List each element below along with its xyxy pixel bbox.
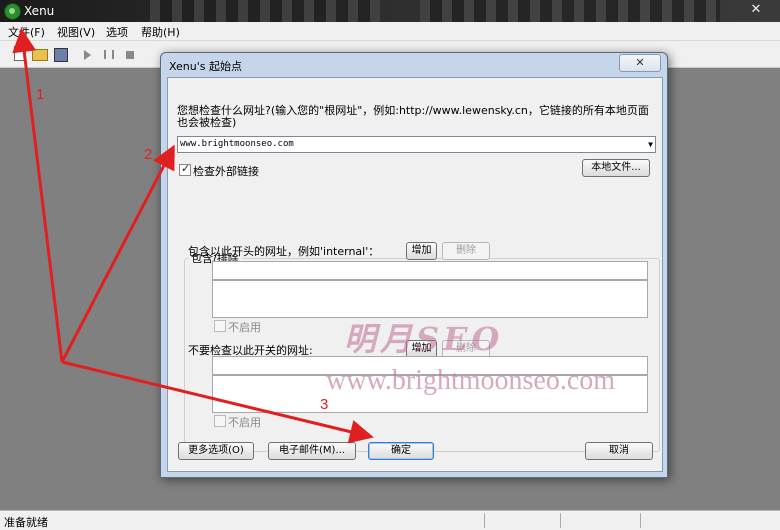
window-close-icon[interactable]: ✕ bbox=[740, 2, 772, 18]
annotation-label-3: 3 bbox=[320, 396, 329, 413]
include-add-button[interactable]: 增加 bbox=[406, 242, 437, 260]
status-bar: 准备就绪 bbox=[0, 510, 780, 530]
more-options-button[interactable]: 更多选项(O) bbox=[178, 442, 254, 460]
include-input[interactable] bbox=[212, 261, 648, 280]
dialog-close-button[interactable]: ✕ bbox=[619, 54, 661, 72]
include-disable-checkbox[interactable] bbox=[214, 320, 226, 332]
include-label: 包含以此开头的网址，例如'internal'： bbox=[188, 245, 380, 258]
chevron-down-icon[interactable]: ▼ bbox=[648, 137, 653, 152]
status-divider bbox=[640, 513, 641, 528]
url-input-value: www.brightmoonseo.com bbox=[180, 139, 294, 149]
menu-bar: 文件(F) 视图(V) 选项 帮助(H) bbox=[0, 22, 780, 41]
pause-icon[interactable] bbox=[104, 50, 114, 59]
url-prompt-text: 您想检查什么网址?(输入您的"根网址"，例如:http://www.lewens… bbox=[177, 104, 649, 129]
dialog-body: 您想检查什么网址?(输入您的"根网址"，例如:http://www.lewens… bbox=[167, 77, 663, 472]
background-decoration bbox=[420, 0, 720, 22]
save-icon[interactable] bbox=[54, 48, 68, 62]
annotation-arrow-2 bbox=[60, 144, 175, 363]
include-disable-label: 不启用 bbox=[228, 321, 261, 334]
play-icon[interactable] bbox=[84, 50, 91, 60]
menu-view[interactable]: 视图(V) bbox=[57, 24, 95, 40]
status-divider bbox=[484, 513, 485, 528]
dialog-title: Xenu's 起始点 bbox=[169, 60, 243, 73]
cancel-button[interactable]: 取消 bbox=[585, 442, 653, 460]
status-divider bbox=[560, 513, 561, 528]
menu-file[interactable]: 文件(F) bbox=[8, 24, 45, 40]
menu-options[interactable]: 选项 bbox=[106, 24, 128, 40]
annotation-label-1: 1 bbox=[36, 86, 45, 103]
include-list[interactable] bbox=[212, 280, 648, 318]
new-file-icon[interactable] bbox=[14, 46, 26, 61]
ok-button[interactable]: 确定 bbox=[368, 442, 434, 460]
xenu-app-icon bbox=[4, 3, 21, 20]
app-title: Xenu bbox=[24, 4, 55, 18]
email-button[interactable]: 电子邮件(M)... bbox=[268, 442, 356, 460]
annotation-arrow-1 bbox=[12, 28, 64, 363]
menu-help[interactable]: 帮助(H) bbox=[141, 24, 180, 40]
local-file-button[interactable]: 本地文件... bbox=[582, 159, 650, 177]
annotation-label-2: 2 bbox=[144, 146, 153, 163]
check-external-label: 检查外部链接 bbox=[193, 165, 259, 178]
exclude-disable-checkbox[interactable] bbox=[214, 415, 226, 427]
watermark-url: www.brightmoonseo.com bbox=[326, 365, 616, 396]
url-combobox[interactable]: www.brightmoonseo.com ▼ bbox=[177, 136, 656, 153]
status-text: 准备就绪 bbox=[4, 516, 48, 529]
include-remove-button[interactable]: 删除 bbox=[442, 242, 490, 260]
stop-icon[interactable] bbox=[126, 51, 134, 59]
app-titlebar: Xenu ✕ bbox=[0, 0, 780, 22]
watermark-title: 明月SEO bbox=[344, 320, 504, 358]
exclude-disable-label: 不启用 bbox=[228, 416, 261, 429]
background-decoration bbox=[150, 0, 380, 22]
open-folder-icon[interactable] bbox=[32, 49, 48, 61]
start-point-dialog: Xenu's 起始点 ✕ 您想检查什么网址?(输入您的"根网址"，例如:http… bbox=[160, 52, 668, 478]
check-external-checkbox[interactable] bbox=[179, 162, 191, 176]
